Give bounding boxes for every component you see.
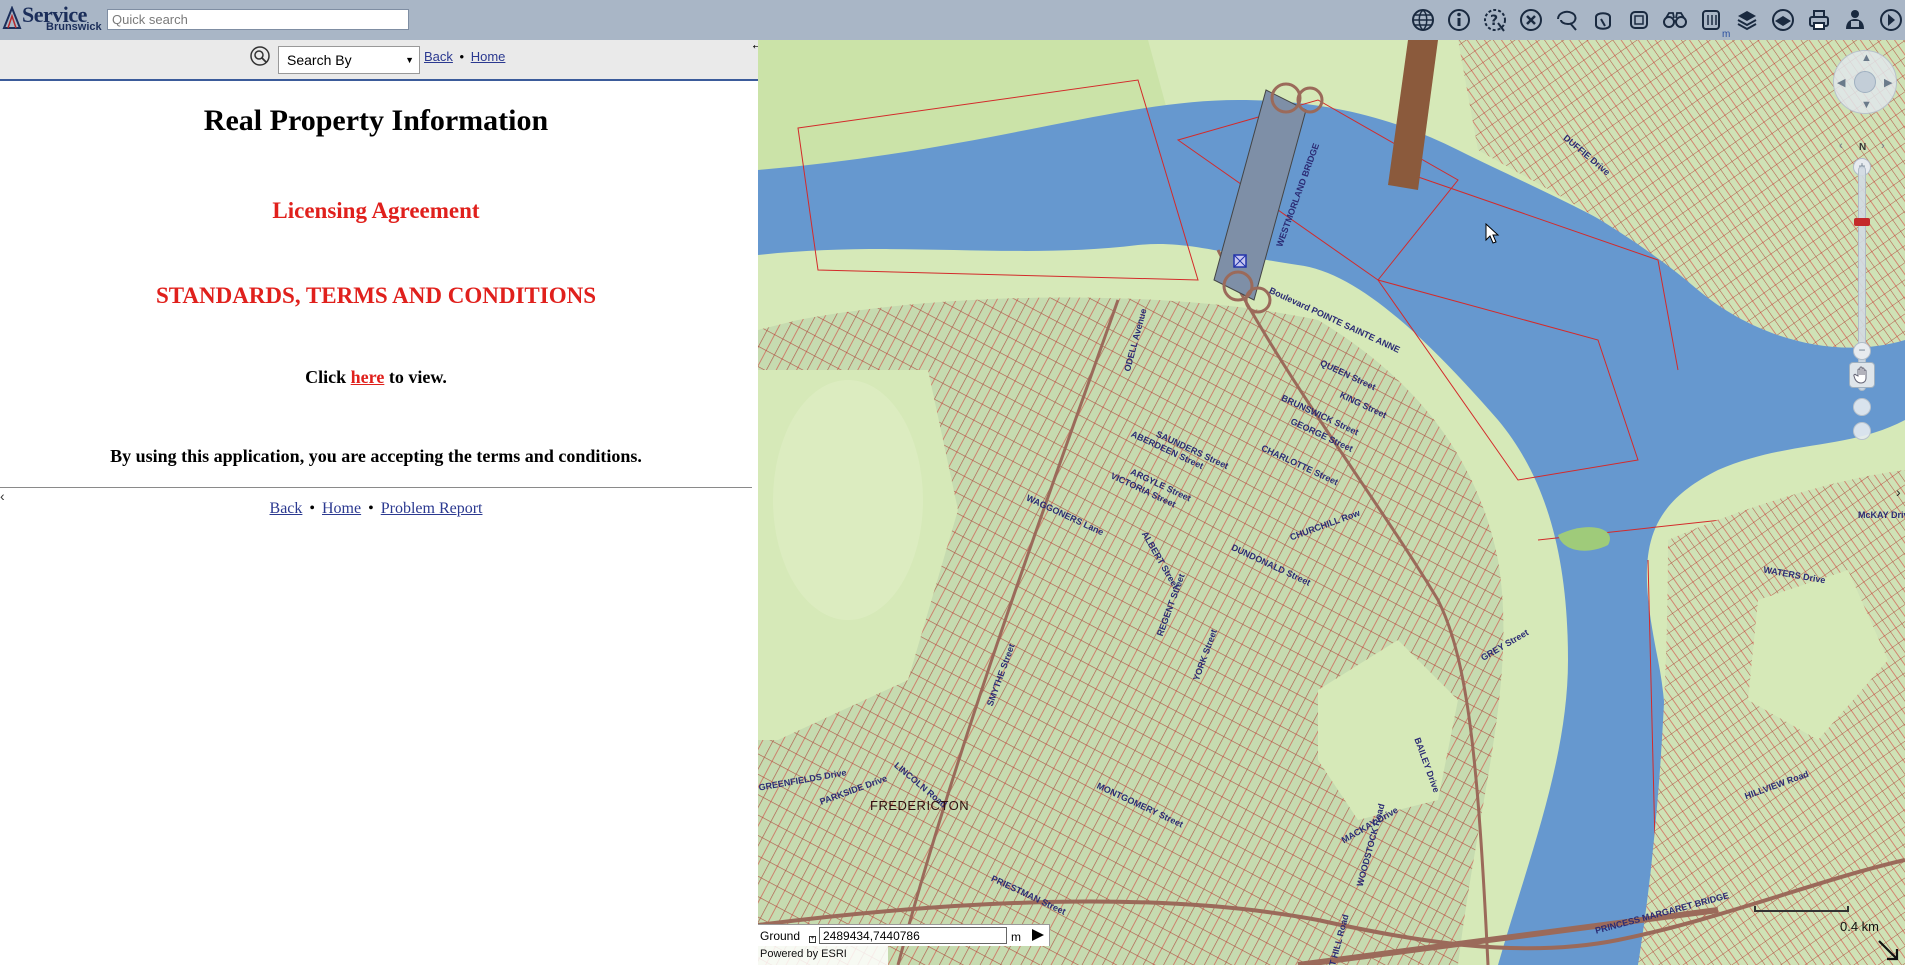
binoculars-icon	[1662, 12, 1687, 28]
basemap-icon	[1771, 9, 1794, 31]
forward-icon	[1879, 9, 1902, 31]
pan-left-icon[interactable]: ◀	[1837, 76, 1845, 89]
measure-icon	[1701, 10, 1720, 30]
logo-word-brunswick: Brunswick	[46, 21, 102, 33]
search-icon[interactable]	[249, 45, 273, 69]
basemap-button[interactable]	[1768, 5, 1797, 35]
map-resize-icon[interactable]	[1875, 937, 1903, 963]
collapse-right-panel-icon[interactable]: ›	[1896, 484, 1905, 512]
mouse-pointer-icon	[1485, 223, 1500, 244]
layers-icon	[1737, 11, 1756, 31]
globe-reset-icon[interactable]	[1854, 71, 1876, 93]
scale-bar-line	[1754, 906, 1849, 912]
globe-button[interactable]	[1408, 5, 1437, 35]
binoculars-button[interactable]	[1660, 5, 1689, 35]
lasso-select-button[interactable]	[1552, 5, 1581, 35]
footer-home-link[interactable]: Home	[322, 500, 361, 517]
pan-right-icon[interactable]: ▶	[1884, 76, 1892, 89]
clear-icon	[1519, 9, 1542, 31]
unit-tick-label: m	[1722, 29, 1731, 40]
search-by-label: Search By	[287, 52, 352, 68]
property-info-panel: Search By ▼ Back • Home ↔ Real Property …	[0, 39, 764, 965]
pan-down-icon[interactable]: ▼	[1861, 99, 1872, 111]
city-label: FREDERICTON	[870, 798, 970, 813]
print-button[interactable]	[1804, 5, 1833, 35]
footer-back-link[interactable]: Back	[270, 500, 303, 517]
top-nav-links: Back • Home	[424, 49, 505, 64]
svg-text:?: ?	[1490, 13, 1498, 29]
footer-separator: •	[368, 500, 374, 517]
quick-search-input[interactable]	[107, 9, 409, 30]
view-terms-link[interactable]: here	[351, 367, 385, 387]
zoom-box-in-icon[interactable]	[1853, 398, 1871, 416]
problem-report-link[interactable]: Problem Report	[381, 500, 483, 517]
chevron-down-icon: ▼	[405, 55, 414, 65]
rotate-right-icon[interactable]: ›	[1881, 140, 1885, 152]
map-basemap[interactable]	[758, 40, 1905, 965]
top-toolbar: Service Brunswick ?	[0, 0, 1905, 40]
footer-separator: •	[309, 500, 315, 517]
globe-icon	[1411, 9, 1434, 31]
query-icon: ?	[1483, 9, 1506, 32]
zoom-out-button[interactable]: −	[1853, 342, 1871, 360]
coordinates-unit: m	[1011, 930, 1021, 944]
divider	[0, 487, 752, 488]
footer-links: Back • Home • Problem Report	[0, 500, 752, 518]
powered-by-label: Powered by ESRI	[758, 946, 888, 965]
zoom-slider-thumb[interactable]	[1854, 218, 1870, 226]
coordinates-input[interactable]	[819, 927, 1007, 944]
coordinate-system-label: Ground	[760, 929, 801, 943]
frame-select-icon	[1629, 11, 1648, 29]
go-to-coordinates-icon[interactable]	[1029, 926, 1047, 944]
user-help-icon	[1845, 10, 1864, 29]
query-button[interactable]: ?	[1480, 5, 1509, 35]
licensing-heading: Licensing Agreement	[272, 198, 480, 223]
north-indicator[interactable]: N	[1859, 142, 1866, 153]
page-title: Real Property Information	[203, 104, 549, 137]
rotate-left-icon[interactable]: ‹	[1839, 140, 1843, 152]
terms-heading: STANDARDS, TERMS AND CONDITIONS	[155, 283, 597, 308]
logo-mark-icon	[2, 6, 22, 29]
measure-button[interactable]	[1696, 5, 1725, 35]
map-navigation-control: ▲ ▼ ◀ ▶ ‹ N › + −	[1825, 50, 1903, 440]
forward-button[interactable]	[1876, 5, 1905, 35]
grid-icon[interactable]: +	[809, 936, 816, 943]
scale-label: 0.4 km	[1840, 919, 1880, 934]
identify-icon	[1594, 12, 1611, 30]
search-by-select[interactable]: Search By ▼	[278, 46, 420, 74]
pan-up-icon[interactable]: ▲	[1861, 52, 1872, 64]
pan-hand-button[interactable]	[1849, 362, 1875, 388]
info-button[interactable]	[1444, 5, 1473, 35]
pan-control[interactable]: ▲ ▼ ◀ ▶	[1833, 50, 1897, 114]
view-terms-line: Click here to view.	[0, 367, 752, 388]
coordinate-readout: Ground + m	[758, 924, 1050, 946]
clear-button[interactable]	[1516, 5, 1545, 35]
frame-select-button[interactable]	[1624, 5, 1653, 35]
lasso-select-icon	[1556, 10, 1577, 31]
acceptance-notice: By using this application, you are accep…	[110, 446, 642, 466]
layers-button[interactable]	[1732, 5, 1761, 35]
user-help-button[interactable]	[1840, 5, 1869, 35]
identify-button[interactable]	[1588, 5, 1617, 35]
back-link[interactable]: Back	[424, 49, 453, 64]
zoom-box-out-icon[interactable]	[1853, 422, 1871, 440]
map-view[interactable]: WESTMORLAND BRIDGE Boulevard POINTE SAIN…	[758, 40, 1905, 965]
nav-separator: •	[459, 49, 465, 64]
hand-icon	[1853, 366, 1867, 384]
service-new-brunswick-logo[interactable]: Service Brunswick	[2, 2, 102, 36]
home-link[interactable]: Home	[471, 49, 506, 64]
print-icon	[1808, 10, 1829, 30]
info-icon	[1447, 9, 1470, 31]
search-bar: Search By ▼ Back • Home ↔	[0, 39, 764, 81]
map-tools: ?	[1401, 3, 1905, 37]
click-suffix: to view.	[384, 367, 447, 387]
map-marker-icon[interactable]	[1233, 254, 1247, 268]
click-prefix: Click	[305, 367, 351, 387]
